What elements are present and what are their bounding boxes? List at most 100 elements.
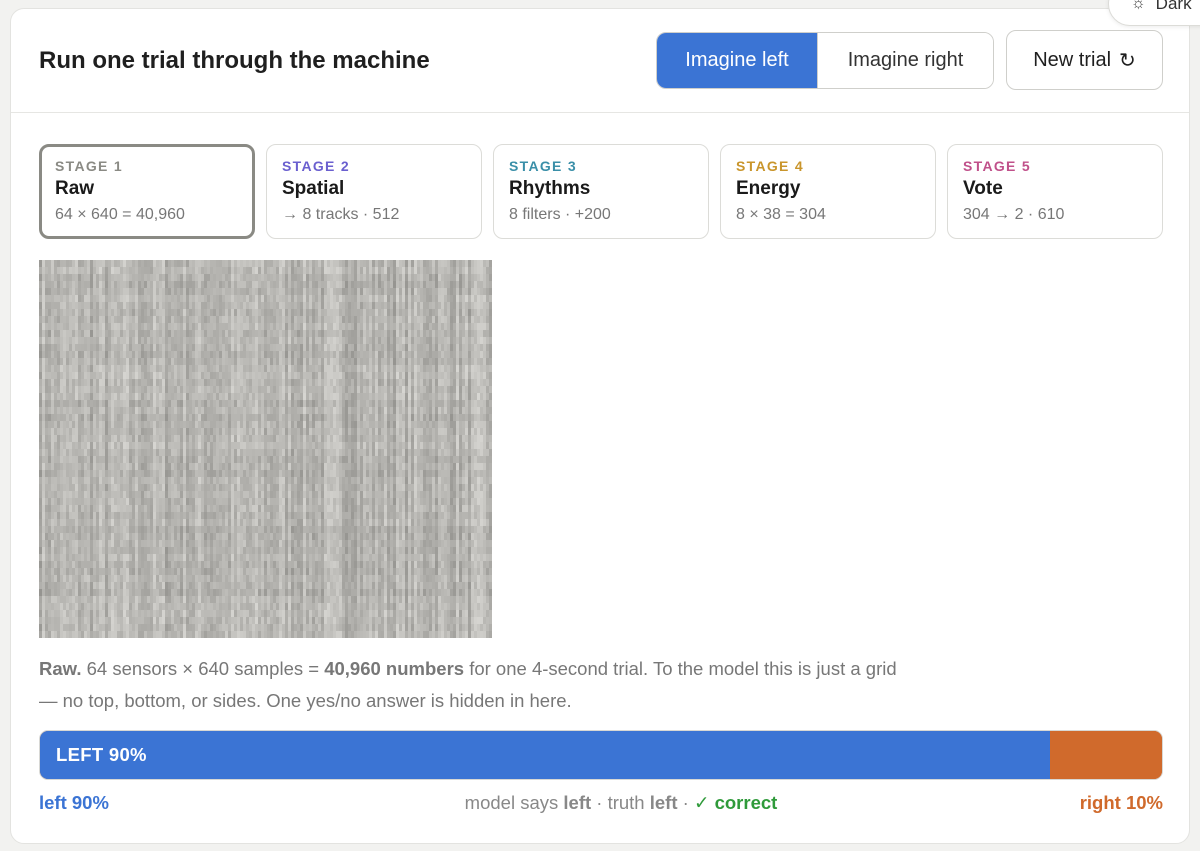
heatmap-cell: [75, 274, 79, 282]
heatmap-cell: [72, 302, 76, 310]
heatmap-cell: [396, 393, 400, 401]
heatmap-cell: [291, 386, 295, 394]
heatmap-cell: [258, 442, 262, 450]
imagine-right-button[interactable]: Imagine right: [818, 33, 993, 88]
heatmap-cell: [411, 260, 415, 268]
heatmap-cell: [240, 393, 244, 401]
heatmap-cell: [288, 372, 292, 380]
heatmap-cell: [69, 379, 73, 387]
heatmap-cell: [354, 316, 358, 324]
heatmap-cell: [480, 421, 484, 429]
heatmap-cell: [489, 400, 492, 408]
stage-tab-raw[interactable]: STAGE 1 Raw 64 × 640 = 40,960: [39, 144, 255, 239]
heatmap-cell: [102, 414, 106, 422]
heatmap-cell: [96, 274, 100, 282]
heatmap-cell: [306, 379, 310, 387]
heatmap-cell: [396, 323, 400, 331]
heatmap-cell: [444, 330, 448, 338]
heatmap-cell: [369, 295, 373, 303]
heatmap-cell: [123, 351, 127, 359]
heatmap-cell: [354, 323, 358, 331]
heatmap-cell: [246, 386, 250, 394]
heatmap-cell: [105, 442, 109, 450]
theme-toggle[interactable]: ☼ Dark: [1108, 0, 1200, 26]
new-trial-button[interactable]: New trial ↻: [1006, 30, 1163, 90]
heatmap-cell: [198, 295, 202, 303]
heatmap-cell: [42, 337, 46, 345]
heatmap-cell: [69, 428, 73, 436]
heatmap-cell: [405, 435, 409, 443]
stage-name: Rhythms: [509, 178, 591, 199]
heatmap-cell: [45, 316, 49, 324]
heatmap-cell: [438, 477, 442, 485]
heatmap-cell: [426, 456, 430, 464]
heatmap-cell: [333, 365, 337, 373]
heatmap-cell: [441, 386, 445, 394]
heatmap-cell: [171, 379, 175, 387]
heatmap-cell: [180, 337, 184, 345]
heatmap-cell: [456, 337, 460, 345]
heatmap-cell: [441, 316, 445, 324]
heatmap-cell: [474, 386, 478, 394]
heatmap-cell: [207, 393, 211, 401]
heatmap-cell: [183, 393, 187, 401]
heatmap-cell: [228, 484, 232, 492]
heatmap-cell: [153, 477, 157, 485]
heatmap-cell: [210, 449, 214, 457]
heatmap-cell: [75, 316, 79, 324]
heatmap-cell: [405, 274, 409, 282]
heatmap-cell: [87, 281, 91, 289]
heatmap-cell: [93, 456, 97, 464]
card-header: Run one trial through the machine Imagin…: [11, 9, 1189, 113]
heatmap-cell: [54, 302, 58, 310]
heatmap-cell: [363, 400, 367, 408]
heatmap-cell: [453, 463, 457, 471]
stage-tab-spatial[interactable]: STAGE 2 Spatial → 8 tracks · 512: [266, 144, 482, 239]
heatmap-cell: [228, 379, 232, 387]
heatmap-cell: [339, 477, 343, 485]
heatmap-cell: [222, 421, 226, 429]
heatmap-cell: [387, 414, 391, 422]
stage-tab-vote[interactable]: STAGE 5 Vote 304 → 2 · 610: [947, 144, 1163, 239]
heatmap-cell: [120, 449, 124, 457]
heatmap-cell: [135, 372, 139, 380]
heatmap-cell: [120, 407, 124, 415]
heatmap-cell: [276, 323, 280, 331]
stage-tab-rhythms[interactable]: STAGE 3 Rhythms 8 filters · +200: [493, 144, 709, 239]
heatmap-cell: [393, 477, 397, 485]
heatmap-cell: [69, 274, 73, 282]
heatmap-cell: [405, 421, 409, 429]
heatmap-cell: [342, 484, 346, 492]
heatmap-cell: [417, 477, 421, 485]
heatmap-cell: [141, 267, 145, 275]
heatmap-cell: [486, 428, 490, 436]
imagine-left-button[interactable]: Imagine left: [657, 33, 818, 88]
heatmap-cell: [225, 365, 229, 373]
heatmap-cell: [120, 302, 124, 310]
heatmap-cell: [153, 365, 157, 373]
heatmap-cell: [144, 400, 148, 408]
heatmap-cell: [480, 442, 484, 450]
heatmap-cell: [294, 449, 298, 457]
heatmap-cell: [72, 330, 76, 338]
heatmap-cell: [240, 344, 244, 352]
heatmap-cell: [330, 435, 334, 443]
heatmap-cell: [309, 323, 313, 331]
stage-tab-energy[interactable]: STAGE 4 Energy 8 × 38 = 304: [720, 144, 936, 239]
heatmap-cell: [264, 393, 268, 401]
heatmap-cell: [168, 330, 172, 338]
heatmap-cell: [198, 470, 202, 478]
heatmap-cell: [105, 393, 109, 401]
heatmap-cell: [246, 358, 250, 366]
heatmap-cell: [51, 421, 55, 429]
heatmap-cell: [381, 442, 385, 450]
heatmap-cell: [201, 449, 205, 457]
heatmap-cell: [393, 309, 397, 317]
heatmap-cell: [42, 421, 46, 429]
heatmap-cell: [48, 330, 52, 338]
heatmap-cell: [324, 463, 328, 471]
heatmap-cell: [279, 400, 283, 408]
heatmap-cell: [378, 393, 382, 401]
heatmap-cell: [63, 323, 67, 331]
heatmap-cell: [489, 337, 492, 345]
